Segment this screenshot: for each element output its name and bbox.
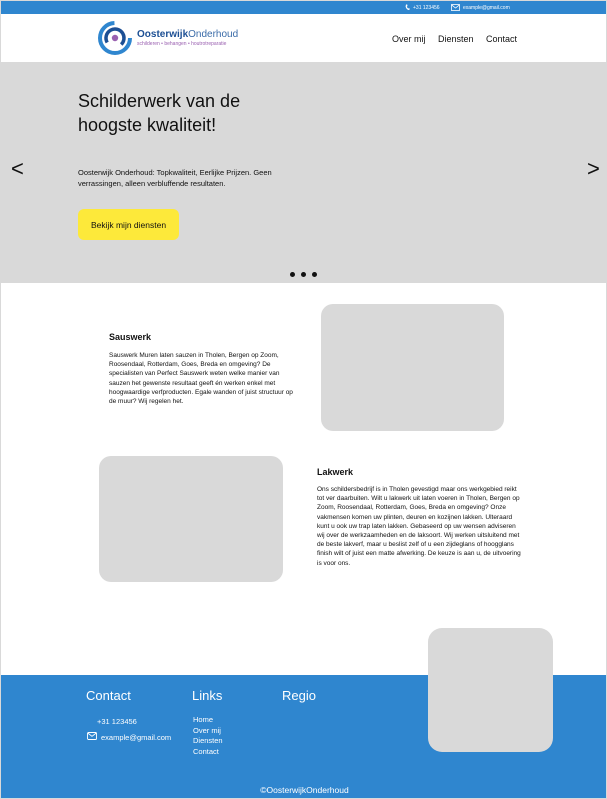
topbar-phone[interactable]: +31 123456 [405,3,440,12]
logo-name-light: Onderhoud [188,29,239,40]
carousel-dot-1[interactable] [290,272,295,277]
carousel-dot-3[interactable] [312,272,317,277]
footer-links: Home Over mij Diensten Contact [193,715,223,757]
copyright: ©OosterwijkOnderhoud [260,785,349,795]
logo-name-bold: Oosterwijk [137,29,189,40]
lakwerk-image [99,456,283,582]
topbar-phone-text: +31 123456 [413,4,440,11]
footer-link-over-mij[interactable]: Over mij [193,726,223,737]
envelope-icon [87,732,97,742]
lakwerk-title: Lakwerk [317,467,354,477]
carousel-dot-2[interactable] [301,272,306,277]
site-logo[interactable]: OosterwijkOnderhoud schilderen • behange… [97,20,238,56]
view-services-button[interactable]: Bekijk mijn diensten [78,209,179,240]
logo-name: OosterwijkOnderhoud [137,29,238,40]
sauswerk-title: Sauswerk [109,332,152,342]
footer-email[interactable]: example@gmail.com [87,732,171,742]
footer-links-heading: Links [192,688,223,703]
swirl-logo-icon [97,20,133,56]
top-contact-bar: +31 123456 example@gmail.com [1,1,606,14]
region-image [428,628,553,752]
footer-email-text: example@gmail.com [101,732,172,742]
footer-link-home[interactable]: Home [193,715,223,726]
logo-tagline: schilderen • behangen • houtrotreparatie [137,41,227,47]
footer-region-heading: Regio [282,688,316,703]
footer-phone[interactable]: +31 123456 [97,717,137,726]
nav-diensten[interactable]: Diensten [438,34,474,44]
carousel-indicators [290,272,317,277]
footer-phone-text: +31 123456 [97,717,137,726]
footer-link-contact[interactable]: Contact [193,747,223,758]
carousel-next-arrow[interactable]: > [587,158,600,180]
hero-subtitle: Oosterwijk Onderhoud: Topkwaliteit, Eerl… [78,168,272,188]
sauswerk-image [321,304,504,431]
site-header: OosterwijkOnderhoud schilderen • behange… [1,14,606,62]
hero-carousel: Schilderwerk van de hoogste kwaliteit! O… [1,62,606,283]
page: +31 123456 example@gmail.com OosterwijkO… [0,0,607,799]
lakwerk-text: Ons schildersbedrijf is in Tholen gevest… [317,486,521,567]
carousel-prev-arrow[interactable]: < [11,158,24,180]
topbar-email-text: example@gmail.com [463,4,510,11]
hero-title: Schilderwerk van de hoogste kwaliteit! [78,91,241,135]
footer-contact-heading: Contact [86,688,131,703]
footer-link-diensten[interactable]: Diensten [193,736,223,747]
sauswerk-text: Sauswerk Muren laten sauzen in Tholen, B… [109,352,293,406]
nav-over-mij[interactable]: Over mij [392,34,426,44]
topbar-email[interactable]: example@gmail.com [451,3,510,12]
phone-icon [405,4,410,11]
envelope-icon [451,4,460,11]
nav-contact[interactable]: Contact [486,34,517,44]
